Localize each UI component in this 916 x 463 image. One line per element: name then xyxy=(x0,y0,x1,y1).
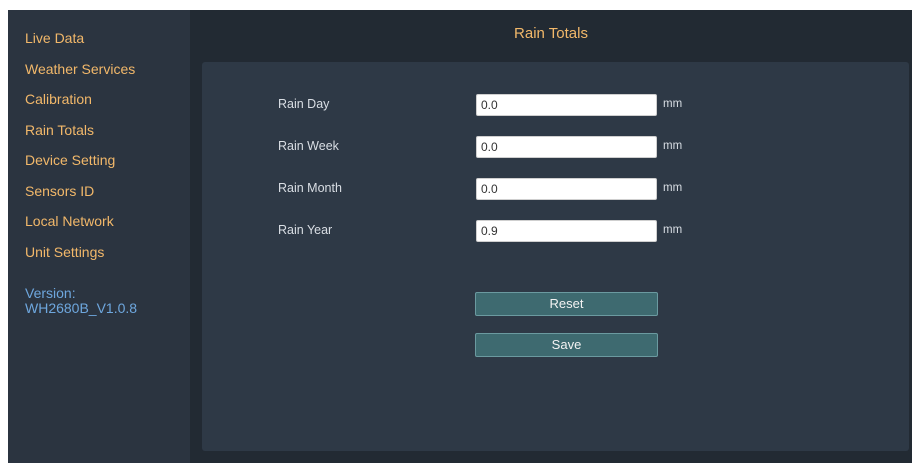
rain-year-unit: mm xyxy=(663,224,683,236)
rain-week-row: Rain Week mm xyxy=(202,136,909,158)
rain-month-row: Rain Month mm xyxy=(202,178,909,200)
rain-week-input[interactable] xyxy=(476,136,657,158)
sidebar-item-unit-settings[interactable]: Unit Settings xyxy=(8,240,190,271)
sidebar-item-live-data[interactable]: Live Data xyxy=(8,26,190,57)
reset-button[interactable]: Reset xyxy=(475,292,658,316)
sidebar-item-device-setting[interactable]: Device Setting xyxy=(8,148,190,179)
rain-year-row: Rain Year mm xyxy=(202,220,909,242)
page-title: Rain Totals xyxy=(514,25,588,42)
rain-year-label: Rain Year xyxy=(278,223,333,237)
rain-year-input[interactable] xyxy=(476,220,657,242)
save-button[interactable]: Save xyxy=(475,333,658,357)
rain-month-input[interactable] xyxy=(476,178,657,200)
rain-day-row: Rain Day mm xyxy=(202,94,909,116)
rain-month-label: Rain Month xyxy=(278,181,342,195)
version-value: WH2680B_V1.0.8 xyxy=(25,300,138,316)
sidebar-item-weather-services[interactable]: Weather Services xyxy=(8,57,190,88)
sidebar-item-sensors-id[interactable]: Sensors ID xyxy=(8,179,190,210)
rain-day-label: Rain Day xyxy=(278,97,330,111)
version-info: Version: WH2680B_V1.0.8 xyxy=(8,286,190,316)
rain-week-label: Rain Week xyxy=(278,139,339,153)
rain-day-unit: mm xyxy=(663,98,683,110)
sidebar-item-calibration[interactable]: Calibration xyxy=(8,87,190,118)
app-window: Live Data Weather Services Calibration R… xyxy=(8,10,912,463)
main-content: Rain Totals Rain Day mm Rain Week mm Rai… xyxy=(190,10,912,463)
sidebar-item-rain-totals[interactable]: Rain Totals xyxy=(8,118,190,149)
rain-totals-panel: Rain Day mm Rain Week mm Rain Month mm R… xyxy=(202,62,909,451)
rain-day-input[interactable] xyxy=(476,94,657,116)
sidebar: Live Data Weather Services Calibration R… xyxy=(8,10,190,463)
sidebar-item-local-network[interactable]: Local Network xyxy=(8,209,190,240)
version-label: Version: xyxy=(25,285,76,301)
rain-week-unit: mm xyxy=(663,140,683,152)
rain-month-unit: mm xyxy=(663,182,683,194)
